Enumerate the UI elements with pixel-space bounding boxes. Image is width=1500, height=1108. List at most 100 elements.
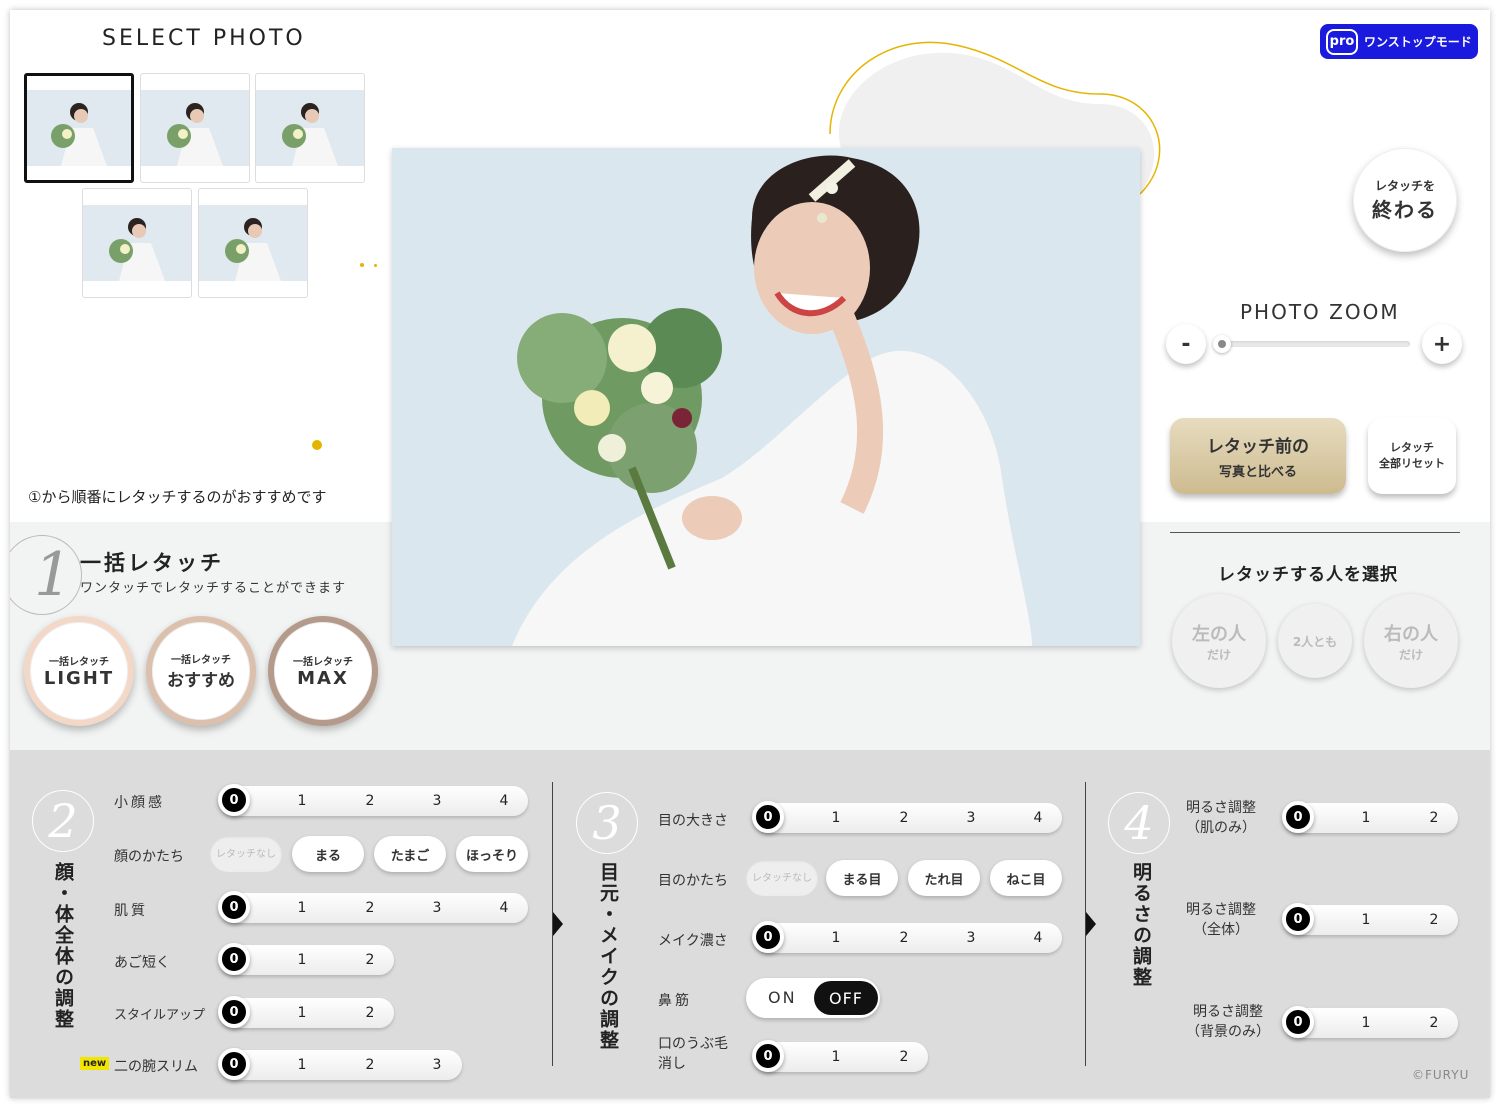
- all-bright-label-2: （全体）: [1193, 922, 1249, 938]
- skin-bright-label-2: （肌のみ）: [1186, 820, 1256, 836]
- tick[interactable]: 1: [292, 793, 312, 809]
- bulk-light-button[interactable]: 一括レタッチ LIGHT: [24, 616, 134, 726]
- thumbnail-4[interactable]: [82, 188, 192, 298]
- makeup-label: メイク濃さ: [658, 933, 728, 949]
- slider-knob[interactable]: 0: [752, 801, 784, 833]
- slider-knob[interactable]: 0: [218, 891, 250, 923]
- tick[interactable]: 2: [894, 810, 914, 826]
- face-shape-slim[interactable]: ほっそり: [456, 836, 528, 872]
- skin-slider[interactable]: 0 1 2 3 4: [218, 891, 528, 923]
- tick[interactable]: 2: [1424, 1015, 1444, 1031]
- tick[interactable]: 2: [360, 1005, 380, 1021]
- person-left-button[interactable]: 左の人 だけ: [1172, 594, 1266, 688]
- face-size-label: 小顔感: [114, 795, 165, 811]
- slider-knob[interactable]: 0: [752, 1040, 784, 1072]
- compare-line1: レタッチ前の: [1207, 437, 1309, 457]
- face-shape-round[interactable]: まる: [292, 836, 364, 872]
- section-4-number: 4: [1108, 792, 1170, 854]
- slider-knob[interactable]: 0: [218, 1048, 250, 1080]
- bg-bright-slider[interactable]: 0 1 2: [1282, 1006, 1458, 1038]
- tick[interactable]: 1: [292, 1005, 312, 1021]
- slider-knob[interactable]: 0: [1282, 801, 1314, 833]
- reset-all-button[interactable]: レタッチ 全部リセット: [1368, 418, 1456, 494]
- tick[interactable]: 1: [1356, 810, 1376, 826]
- tick[interactable]: 1: [826, 930, 846, 946]
- tick[interactable]: 4: [494, 900, 514, 916]
- tick[interactable]: 2: [894, 1049, 914, 1065]
- zoom-slider-handle[interactable]: [1213, 335, 1231, 353]
- tick[interactable]: 3: [427, 900, 447, 916]
- style-up-slider[interactable]: 0 1 2: [218, 996, 394, 1028]
- tick[interactable]: 2: [1424, 912, 1444, 928]
- section-3-number: 3: [576, 792, 638, 854]
- zoom-out-button[interactable]: -: [1166, 324, 1206, 364]
- tick[interactable]: 3: [961, 930, 981, 946]
- skin-label: 肌質: [114, 903, 148, 919]
- skin-bright-slider[interactable]: 0 1 2: [1282, 801, 1458, 833]
- all-bright-label-1: 明るさ調整: [1186, 902, 1256, 918]
- tick[interactable]: 1: [1356, 1015, 1376, 1031]
- all-bright-slider[interactable]: 0 1 2: [1282, 903, 1458, 935]
- face-shape-none[interactable]: レタッチなし: [210, 836, 282, 872]
- eye-shape-round[interactable]: まる目: [826, 860, 898, 896]
- tick[interactable]: 1: [292, 952, 312, 968]
- section-arrow-icon: [1086, 912, 1096, 936]
- tick[interactable]: 2: [360, 900, 380, 916]
- tick[interactable]: 3: [961, 810, 981, 826]
- order-hint: ①から順番にレタッチするのがおすすめです: [28, 488, 327, 506]
- tick[interactable]: 1: [826, 1049, 846, 1065]
- arm-slim-slider[interactable]: 0 1 2 3: [218, 1048, 462, 1080]
- skin-bright-label: 明るさ調整 （肌のみ）: [1186, 798, 1256, 838]
- tick[interactable]: 2: [360, 952, 380, 968]
- mouth-hair-slider[interactable]: 0 1 2: [752, 1040, 928, 1072]
- tick[interactable]: 2: [360, 793, 380, 809]
- tick[interactable]: 1: [292, 900, 312, 916]
- slider-knob[interactable]: 0: [1282, 1006, 1314, 1038]
- slider-knob[interactable]: 0: [218, 784, 250, 816]
- thumbnail-3[interactable]: [255, 73, 365, 183]
- tick[interactable]: 4: [1028, 930, 1048, 946]
- tick[interactable]: 2: [894, 930, 914, 946]
- tick[interactable]: 1: [292, 1057, 312, 1073]
- slider-knob[interactable]: 0: [218, 943, 250, 975]
- bulk-max-button[interactable]: 一括レタッチ MAX: [268, 616, 378, 726]
- compare-before-button[interactable]: レタッチ前の 写真と比べる: [1170, 418, 1346, 494]
- thumbnail-5[interactable]: [198, 188, 308, 298]
- tick[interactable]: 2: [1424, 810, 1444, 826]
- tick[interactable]: 2: [360, 1057, 380, 1073]
- nose-toggle[interactable]: ON OFF: [746, 978, 880, 1018]
- slider-knob[interactable]: 0: [752, 921, 784, 953]
- bulk-recommend-button[interactable]: 一括レタッチ おすすめ: [146, 616, 256, 726]
- nose-on[interactable]: ON: [768, 988, 797, 1007]
- zoom-slider-track[interactable]: [1214, 341, 1410, 347]
- makeup-slider[interactable]: 0 1 2 3 4: [752, 921, 1062, 953]
- thumbnail-1[interactable]: [24, 73, 134, 183]
- eye-shape-none[interactable]: レタッチなし: [746, 860, 818, 896]
- slider-knob[interactable]: 0: [1282, 903, 1314, 935]
- thumbnail-2[interactable]: [140, 73, 250, 183]
- face-shape-egg[interactable]: たまご: [374, 836, 446, 872]
- eye-size-slider[interactable]: 0 1 2 3 4: [752, 801, 1062, 833]
- slider-knob[interactable]: 0: [218, 996, 250, 1028]
- pro-badge: pro: [1326, 28, 1358, 55]
- tick[interactable]: 3: [427, 793, 447, 809]
- tick[interactable]: 1: [826, 810, 846, 826]
- eye-shape-cat[interactable]: ねこ目: [990, 860, 1062, 896]
- reset-line2: 全部リセット: [1379, 457, 1445, 470]
- zoom-in-button[interactable]: +: [1422, 324, 1462, 364]
- tick[interactable]: 3: [427, 1057, 447, 1073]
- tick[interactable]: 1: [1356, 912, 1376, 928]
- nose-off[interactable]: OFF: [814, 981, 878, 1015]
- one-stop-mode-button[interactable]: pro ワンストップモード: [1320, 24, 1478, 59]
- face-size-slider[interactable]: 0 1 2 3 4: [218, 784, 528, 816]
- eye-shape-droopy[interactable]: たれ目: [908, 860, 980, 896]
- person-both-button[interactable]: 2人とも: [1278, 604, 1352, 678]
- divider-line: [1170, 532, 1460, 533]
- person-right-button[interactable]: 右の人 だけ: [1364, 594, 1458, 688]
- chin-slider[interactable]: 0 1 2: [218, 943, 394, 975]
- all-bright-label: 明るさ調整 （全体）: [1186, 900, 1256, 940]
- tick[interactable]: 4: [1028, 810, 1048, 826]
- tick[interactable]: 4: [494, 793, 514, 809]
- section-3-title: 目元・メイクの調整: [597, 862, 619, 1051]
- finish-retouch-button[interactable]: レタッチを 終わる: [1353, 148, 1457, 252]
